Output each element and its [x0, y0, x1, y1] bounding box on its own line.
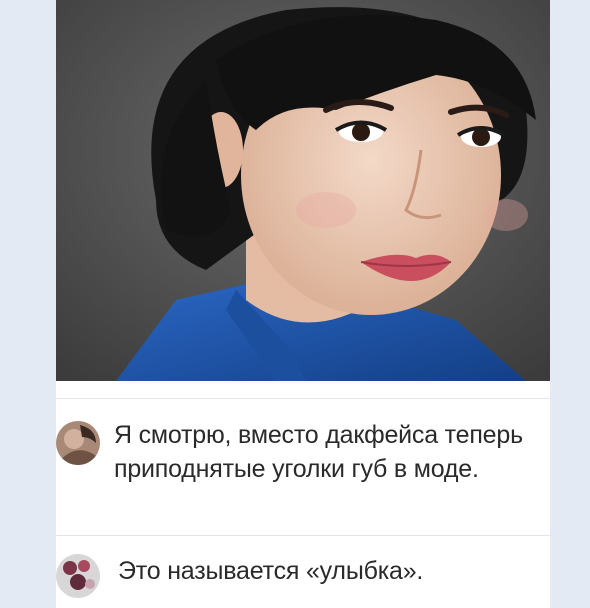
user-avatar-icon[interactable] — [56, 421, 100, 465]
portrait-photo-icon — [56, 0, 550, 381]
user-avatar-icon[interactable] — [56, 554, 100, 598]
comment-text: Я смотрю, вместо дакфейса теперь приподн… — [114, 421, 523, 483]
comment: Это называется «улыбка». — [56, 536, 550, 608]
comment-text: Это называется «улыбка». — [118, 557, 424, 585]
post-card: Я смотрю, вместо дакфейса теперь приподн… — [56, 0, 550, 608]
post-photo[interactable] — [56, 0, 550, 381]
comment: Я смотрю, вместо дакфейса теперь приподн… — [56, 398, 550, 536]
page: Я смотрю, вместо дакфейса теперь приподн… — [0, 0, 590, 608]
